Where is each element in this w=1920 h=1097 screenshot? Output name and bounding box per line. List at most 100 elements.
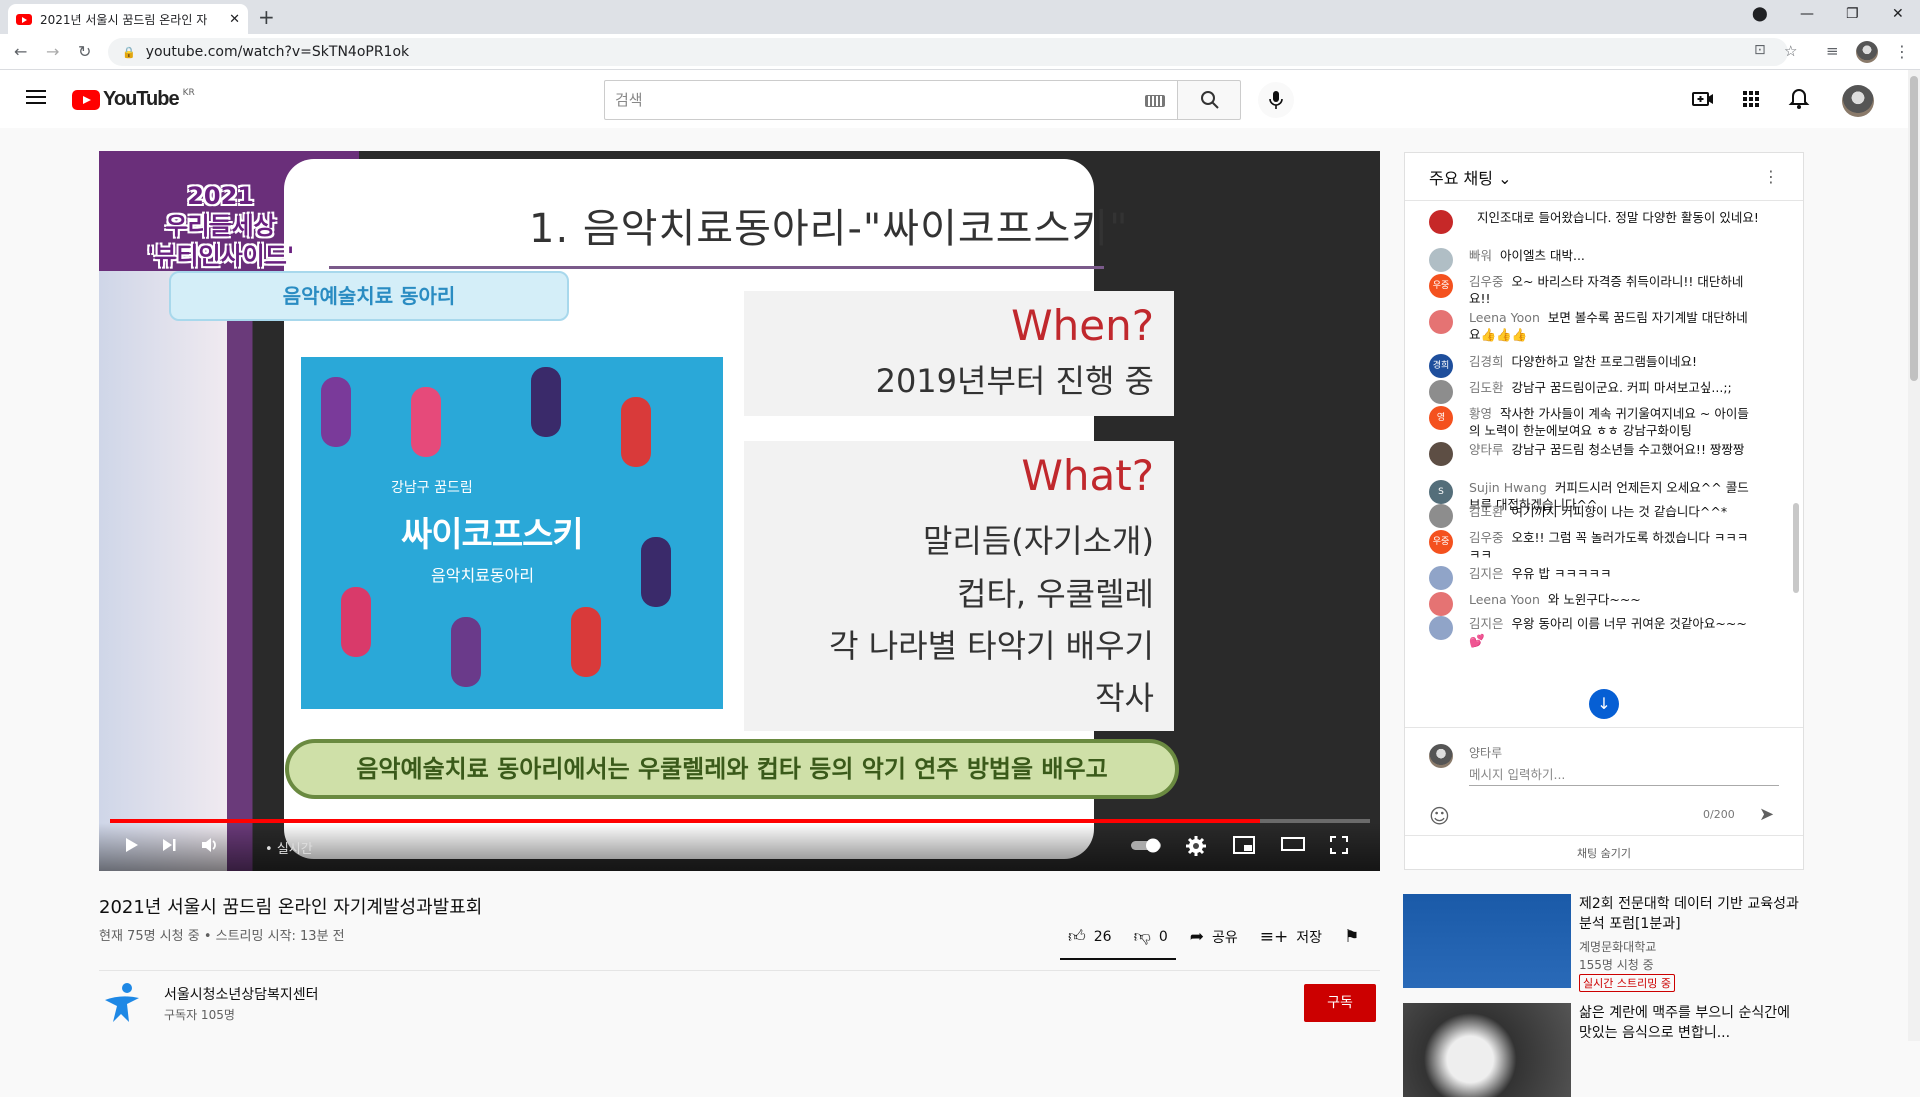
share-button[interactable]: ➦ 공유: [1190, 926, 1238, 947]
chat-text: 우유 밥 ㅋㅋㅋㅋㅋ: [1511, 566, 1612, 581]
dislike-button[interactable]: 👎︎ 0: [1134, 926, 1168, 947]
apps-grid-icon[interactable]: [1738, 86, 1764, 112]
chat-avatar: [1429, 442, 1453, 466]
settings-gear-icon[interactable]: [1185, 835, 1207, 857]
youtube-logo[interactable]: YouTube KR: [72, 88, 195, 111]
chat-text: 오~ 바리스타 자격증 취득이라니!! 대단하네요!!: [1469, 274, 1744, 306]
recommendation-channel: 계명문화대학교: [1579, 940, 1657, 954]
youtube-favicon-icon: [16, 13, 32, 25]
reading-list-icon[interactable]: ≡: [1826, 42, 1839, 60]
next-icon[interactable]: [159, 835, 179, 855]
dancer-figure: [411, 387, 441, 457]
browser-tab[interactable]: 2021년 서울시 꿈드림 온라인 자 ✕: [8, 4, 248, 34]
scroll-down-button[interactable]: ↓: [1589, 689, 1619, 719]
live-label: 실시간: [276, 842, 313, 857]
share-label: 공유: [1212, 929, 1238, 946]
dislike-count: 0: [1158, 928, 1168, 945]
chat-message-body: 빠워 아이엘츠 대박...: [1469, 247, 1759, 264]
thumbs-up-icon: 👍︎: [1068, 927, 1086, 947]
page-scrollbar-thumb[interactable]: [1910, 76, 1918, 381]
reload-icon[interactable]: ↻: [78, 42, 91, 61]
chat-message-input[interactable]: 메시지 입력하기...: [1469, 764, 1779, 786]
channel-logo[interactable]: [99, 980, 145, 1026]
recommendation-title[interactable]: 삶은 계란에 맥주를 부으니 순식간에 맛있는 음식으로 변합니...: [1579, 1003, 1803, 1043]
live-indicator[interactable]: • 실시간: [265, 838, 313, 857]
browser-profile-avatar[interactable]: [1856, 41, 1878, 63]
subscribe-button[interactable]: 구독: [1304, 984, 1376, 1022]
save-button[interactable]: ≡+ 저장: [1260, 926, 1322, 947]
play-icon[interactable]: [121, 835, 141, 855]
dancer-figure: [531, 367, 561, 437]
playlist-add-icon: ≡+: [1259, 926, 1289, 947]
create-video-icon[interactable]: [1690, 86, 1716, 112]
chat-message: 빠워 아이엘츠 대박...: [1429, 247, 1759, 272]
chat-text: 아이엘츠 대박...: [1500, 248, 1585, 263]
minimize-icon[interactable]: —: [1800, 6, 1814, 22]
emoji-icon[interactable]: ☺: [1429, 804, 1450, 828]
voice-search-button[interactable]: [1258, 82, 1294, 118]
what-box: What? 말리듬(자기소개) 컵타, 우쿨렐레 각 나라별 타악기 배우기 작…: [744, 441, 1174, 731]
tab-title: 2021년 서울시 꿈드림 온라인 자: [40, 12, 208, 27]
dancer-figure: [451, 617, 481, 687]
browser-menu-icon[interactable]: ⋮: [1894, 42, 1910, 61]
fullscreen-icon[interactable]: [1329, 835, 1349, 855]
page-scrollbar[interactable]: [1908, 70, 1920, 1041]
search-button[interactable]: [1177, 80, 1241, 120]
keyboard-icon[interactable]: [1145, 95, 1165, 107]
maximize-icon[interactable]: ❐: [1846, 6, 1859, 22]
chat-author: 김우중: [1469, 530, 1504, 545]
volume-icon[interactable]: [199, 835, 219, 855]
when-text: 2019년부터 진행 중: [875, 362, 1154, 400]
account-avatar[interactable]: [1842, 85, 1874, 117]
like-button[interactable]: 👍︎ 26: [1068, 926, 1112, 947]
chat-author: 양타루: [1469, 442, 1504, 457]
event-name: '뷰티인사이드': [147, 242, 295, 270]
hide-chat-button[interactable]: 채팅 숨기기: [1405, 835, 1803, 871]
chat-message-body: 김우중 오~ 바리스타 자격증 취득이라니!! 대단하네요!!: [1469, 273, 1759, 307]
chat-message: 김지은 우유 밥 ㅋㅋㅋㅋㅋ: [1429, 565, 1759, 590]
save-label: 저장: [1296, 929, 1323, 946]
send-icon[interactable]: ➤: [1759, 804, 1774, 825]
back-icon[interactable]: ←: [14, 42, 27, 61]
what-item: 컵타, 우쿨렐레: [957, 575, 1154, 613]
recommendation-thumbnail[interactable]: [1403, 1003, 1571, 1097]
dancer-figure: [621, 397, 651, 467]
logo-wordmark: YouTube: [103, 88, 180, 110]
dancer-figure: [571, 607, 601, 677]
address-bar[interactable]: 🔒 youtube.com/watch?v=SkTN4oPR1ok: [108, 38, 1788, 66]
report-button[interactable]: ⚑: [1344, 926, 1367, 947]
menu-icon[interactable]: [26, 90, 46, 104]
install-icon[interactable]: ⊡: [1754, 42, 1766, 58]
video-meta: 현재 75명 시청 중 • 스트리밍 시작: 13분 전: [99, 929, 345, 944]
poster-subtitle: 음악치료동아리: [431, 566, 535, 585]
chat-avatar: [1429, 592, 1453, 616]
search-input[interactable]: 검색: [604, 80, 1178, 120]
divider: [99, 970, 1380, 971]
autoplay-toggle-icon[interactable]: [1129, 835, 1163, 855]
forward-icon[interactable]: →: [46, 42, 59, 61]
chat-avatar: 우중: [1429, 274, 1453, 298]
flag-icon: ⚑: [1344, 926, 1360, 947]
recommendation-title[interactable]: 제2회 전문대학 데이터 기반 교육성과 분석 포럼[1분과]: [1579, 894, 1803, 934]
bookmark-star-icon[interactable]: ☆: [1784, 42, 1797, 60]
chat-author: 김경희: [1469, 354, 1504, 369]
tab-close-icon[interactable]: ✕: [229, 12, 240, 27]
poster-small-text: 강남구 꿈드림: [391, 480, 473, 496]
recommendation-thumbnail[interactable]: [1403, 894, 1571, 988]
chat-mode-dropdown[interactable]: 주요 채팅 ⌄: [1429, 169, 1511, 188]
what-item: 각 나라별 타악기 배우기: [829, 627, 1154, 665]
profile-menu-icon[interactable]: ⬤: [1752, 6, 1768, 22]
chat-more-icon[interactable]: ⋮: [1763, 167, 1779, 186]
notifications-bell-icon[interactable]: [1786, 86, 1812, 112]
chat-text: 오호!! 그럼 꼭 놀러가도록 하겠습니다 ㅋㅋㅋㅋㅋ: [1469, 530, 1749, 562]
chat-message: Leena Yoon 보면 볼수록 꿈드림 자기계발 대단하네요👍👍👍: [1429, 309, 1759, 343]
video-player[interactable]: 2021 우리들세상 '뷰티인사이드' 1. 음악치료동아리-"싸이코프스키" …: [99, 151, 1380, 871]
theater-mode-icon[interactable]: [1281, 835, 1305, 853]
close-window-icon[interactable]: ✕: [1892, 6, 1904, 22]
chat-message-body: 김경희 다양한하고 알찬 프로그램들이네요!: [1469, 353, 1759, 370]
new-tab-button[interactable]: +: [258, 5, 275, 29]
chat-scrollbar[interactable]: [1793, 503, 1799, 593]
miniplayer-icon[interactable]: [1233, 835, 1255, 855]
channel-name[interactable]: 서울시청소년상담복지센터: [164, 984, 319, 1004]
search-placeholder: 검색: [615, 91, 643, 109]
